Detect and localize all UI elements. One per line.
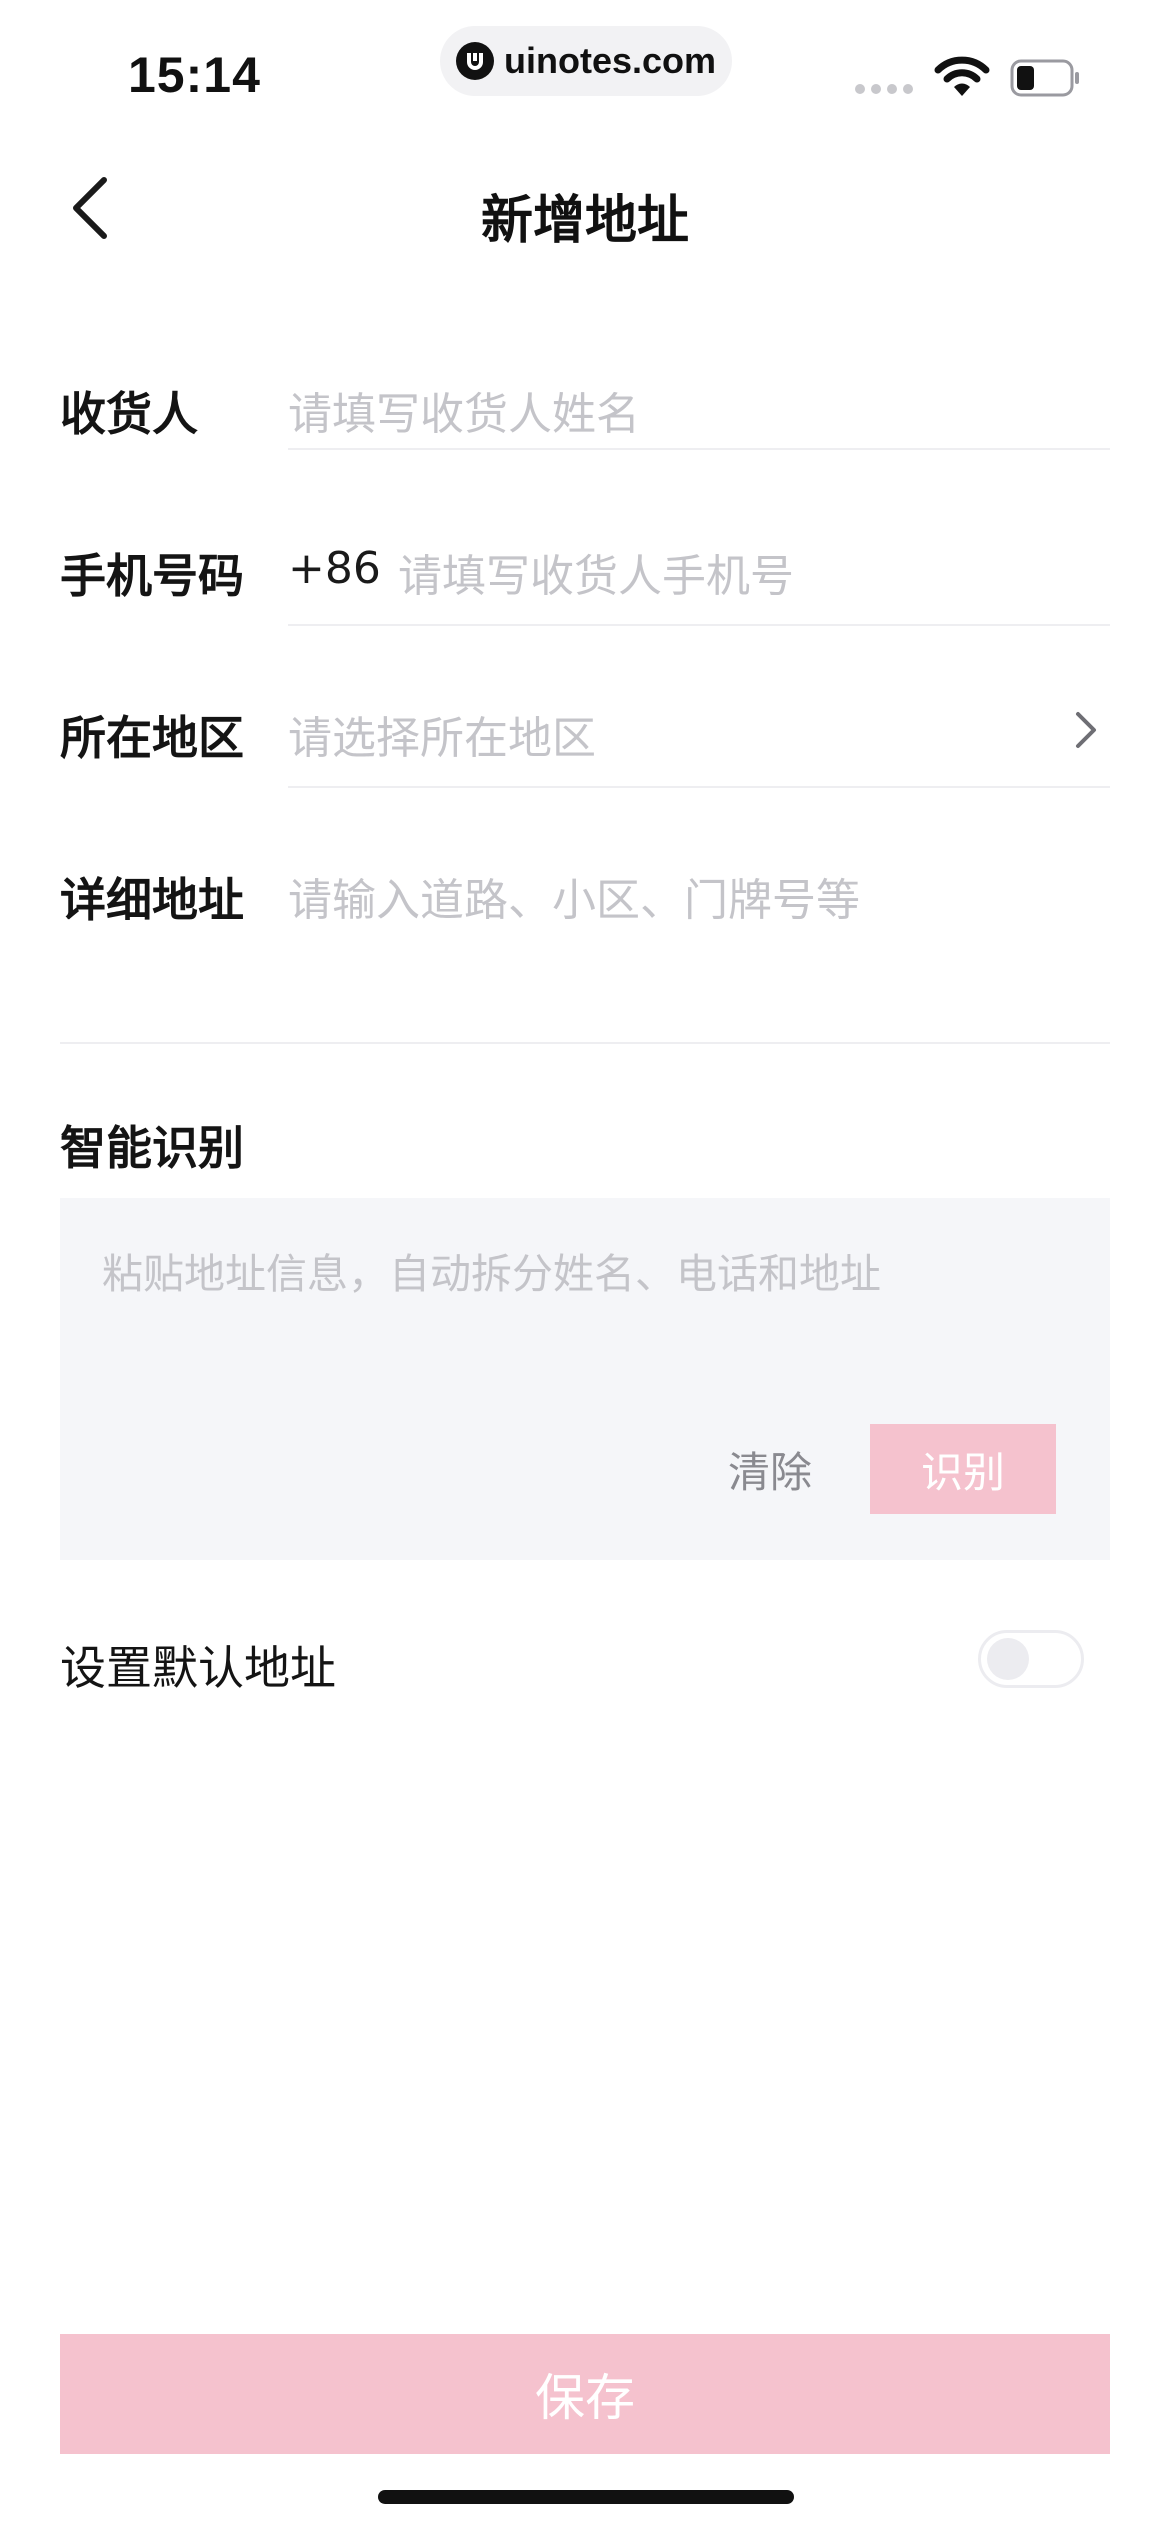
page-title: 新增地址 bbox=[480, 191, 689, 251]
smart-recognition-placeholder: 粘贴地址信息，自动拆分姓名、电话和地址 bbox=[102, 1250, 881, 1298]
status-time: 15:14 bbox=[128, 47, 261, 103]
region-label: 所在地区 bbox=[60, 711, 244, 765]
recipient-label: 收货人 bbox=[60, 387, 198, 441]
url-pill[interactable]: uinotes.com bbox=[440, 26, 732, 96]
cellular-signal-icon bbox=[855, 84, 913, 94]
detail-label: 详细地址 bbox=[60, 873, 244, 927]
phone-label: 手机号码 bbox=[60, 549, 244, 603]
chevron-right-icon[interactable] bbox=[1074, 710, 1098, 754]
smart-recognition-title: 智能识别 bbox=[60, 1121, 244, 1175]
url-text: uinotes.com bbox=[503, 40, 717, 81]
home-indicator bbox=[378, 2490, 794, 2504]
clear-button[interactable]: 清除 bbox=[712, 1424, 828, 1514]
phone-country-code: +86 bbox=[288, 543, 381, 594]
default-address-toggle[interactable] bbox=[978, 1630, 1084, 1688]
divider bbox=[288, 624, 1110, 626]
toggle-knob bbox=[987, 1638, 1029, 1680]
default-address-label: 设置默认地址 bbox=[60, 1641, 336, 1695]
uinotes-logo-icon bbox=[455, 42, 494, 80]
divider bbox=[288, 448, 1110, 450]
phone-input[interactable]: 请填写收货人手机号 bbox=[398, 540, 1098, 604]
detail-address-input[interactable]: 请输入道路、小区、门牌号等 bbox=[288, 864, 1098, 928]
save-button[interactable]: 保存 bbox=[60, 2334, 1110, 2454]
section-divider bbox=[60, 1042, 1110, 1044]
battery-icon bbox=[1010, 58, 1082, 102]
recipient-input[interactable]: 请填写收货人姓名 bbox=[288, 378, 1098, 442]
wifi-icon bbox=[934, 56, 990, 102]
divider bbox=[288, 786, 1110, 788]
region-selector[interactable]: 请选择所在地区 bbox=[288, 702, 1048, 766]
identify-button[interactable]: 识别 bbox=[870, 1424, 1056, 1514]
